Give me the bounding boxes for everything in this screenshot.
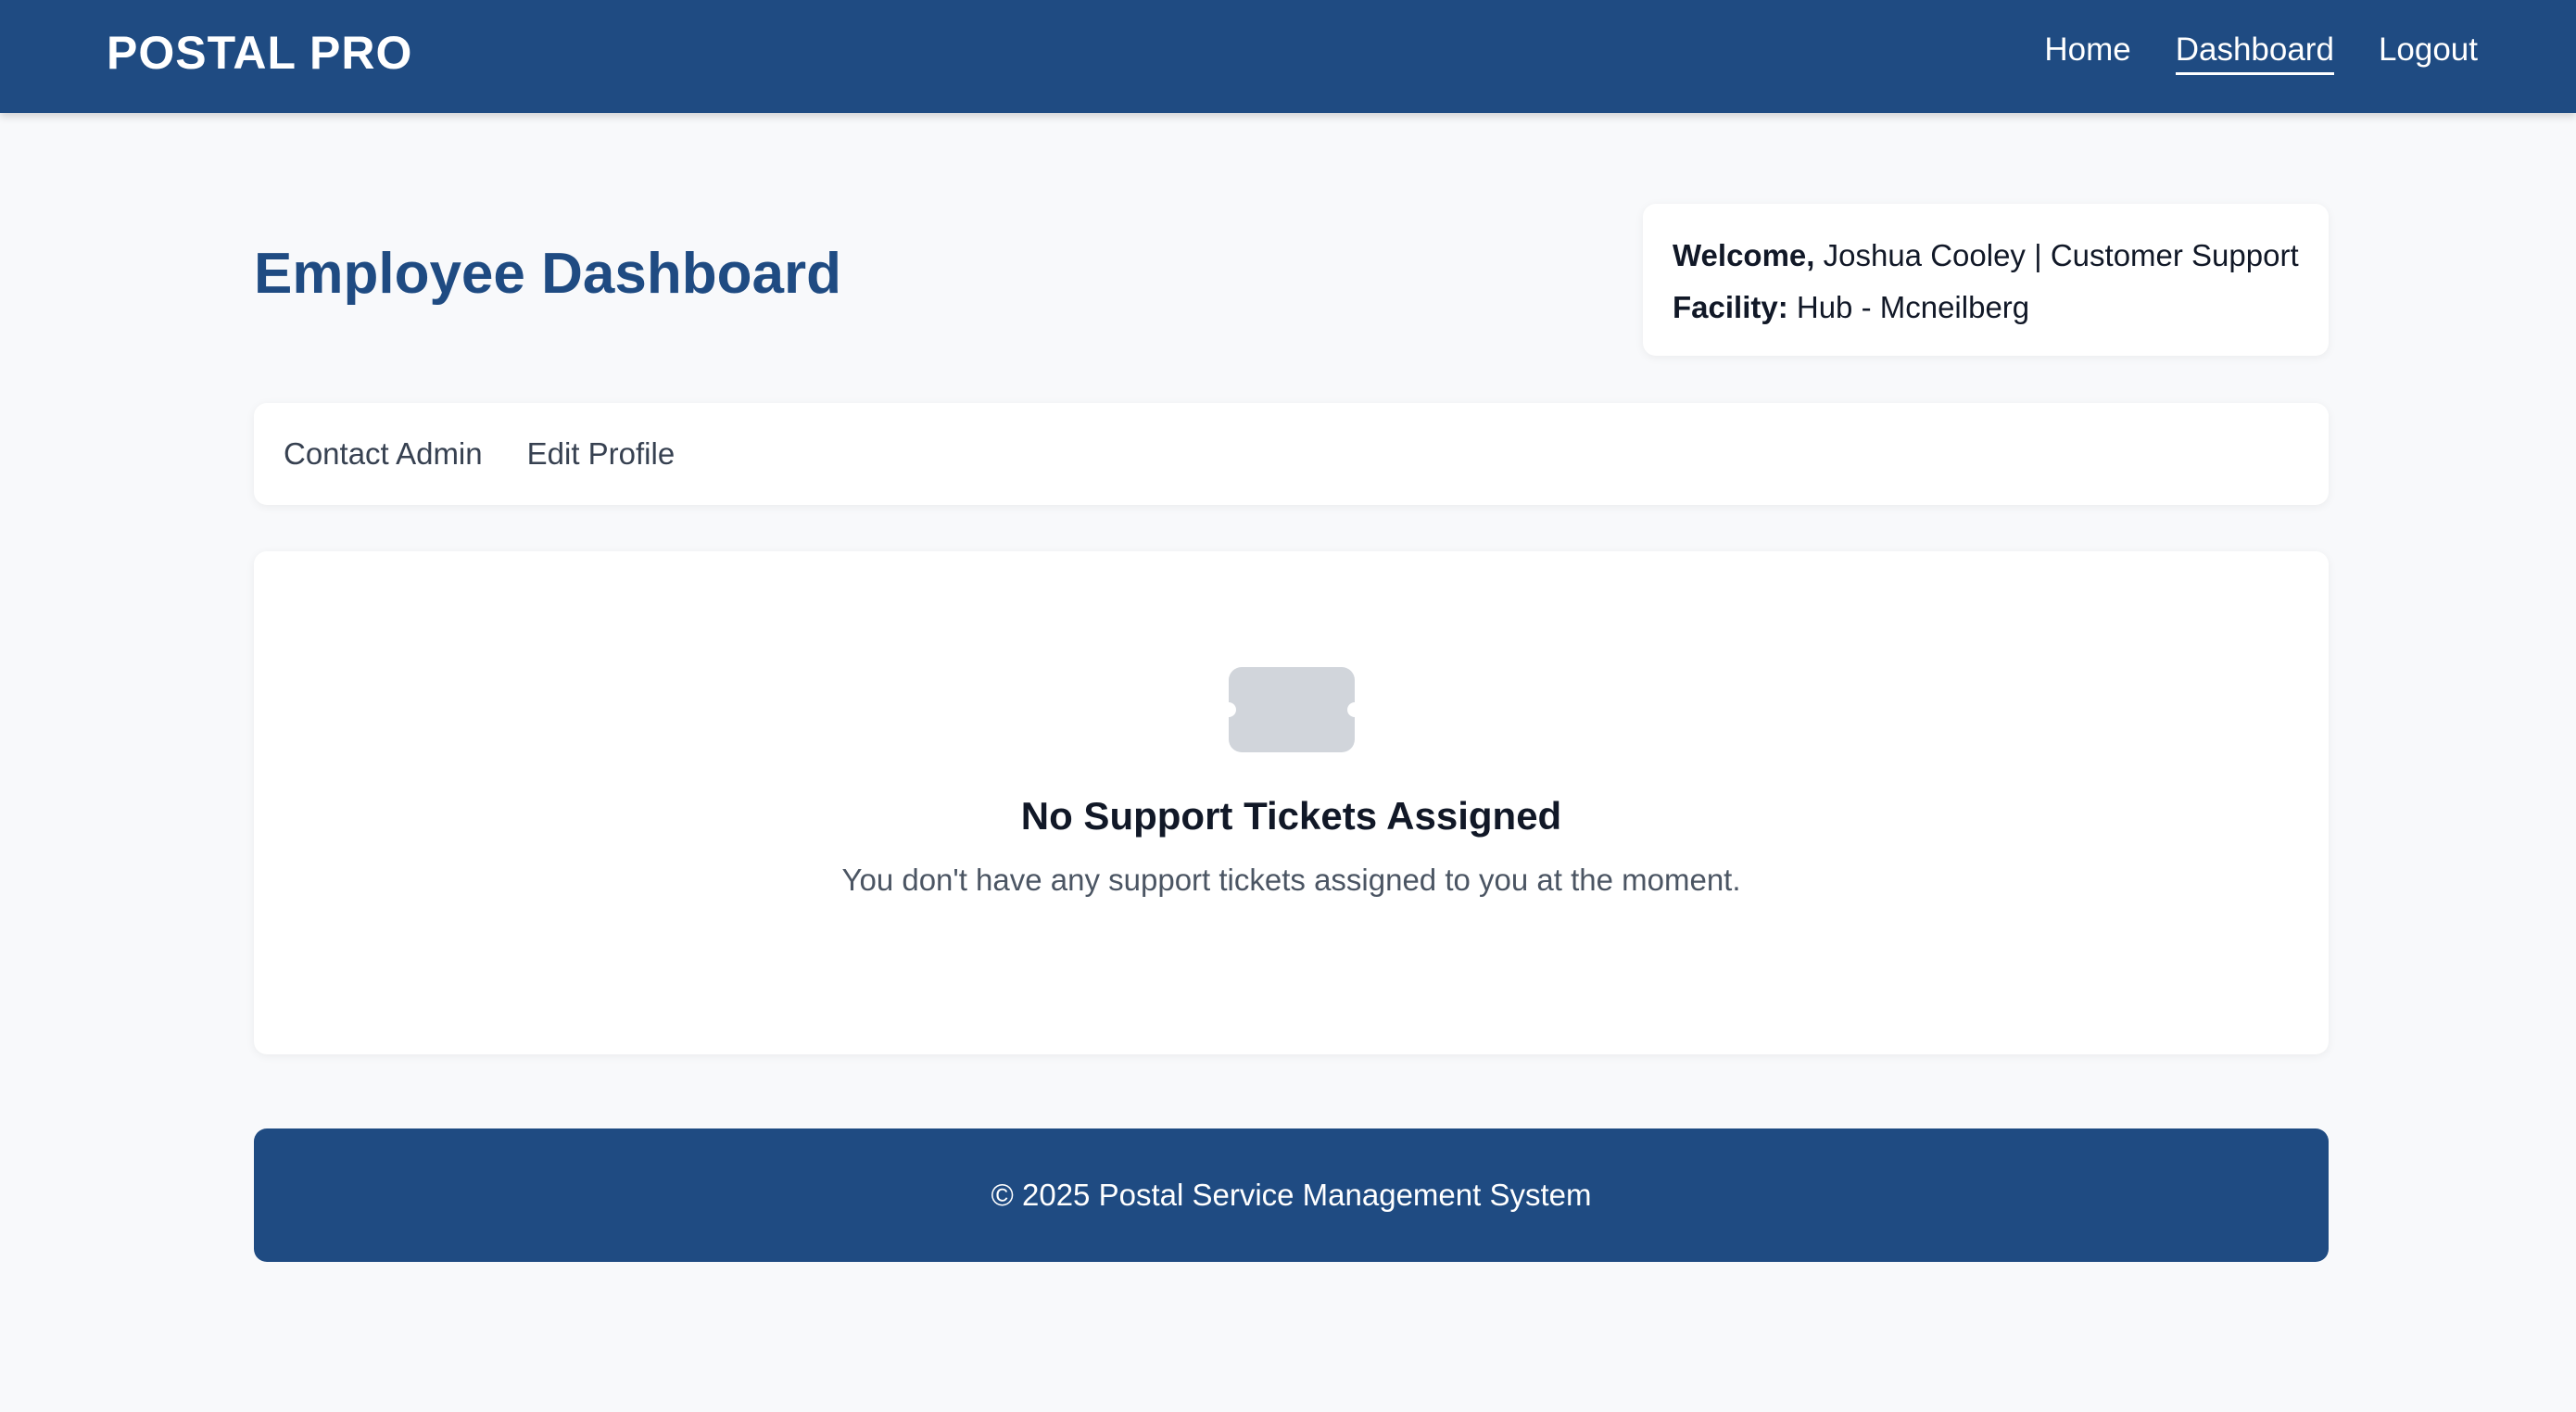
- top-navbar: POSTAL PRO Home Dashboard Logout: [0, 0, 2576, 113]
- nav-dashboard-link[interactable]: Dashboard: [2175, 32, 2334, 75]
- ticket-icon: [1229, 667, 1355, 752]
- empty-state-title: No Support Tickets Assigned: [1020, 794, 1562, 838]
- welcome-line: Welcome, Joshua Cooley | Customer Suppor…: [1673, 230, 2299, 282]
- contact-admin-link[interactable]: Contact Admin: [284, 436, 483, 472]
- nav-home-link[interactable]: Home: [2044, 32, 2130, 75]
- facility-line: Facility: Hub - Mcneilberg: [1673, 282, 2299, 334]
- footer: © 2025 Postal Service Management System: [254, 1128, 2329, 1262]
- edit-profile-link[interactable]: Edit Profile: [527, 436, 676, 472]
- empty-state-card: No Support Tickets Assigned You don't ha…: [254, 551, 2329, 1054]
- empty-state-message: You don't have any support tickets assig…: [841, 863, 1741, 897]
- brand-logo[interactable]: POSTAL PRO: [107, 26, 412, 80]
- action-bar: Contact Admin Edit Profile: [254, 403, 2329, 505]
- footer-copyright: © 2025 Postal Service Management System: [991, 1178, 1592, 1212]
- welcome-label: Welcome,: [1673, 238, 1815, 272]
- page-title: Employee Dashboard: [254, 242, 841, 306]
- nav-links: Home Dashboard Logout: [2044, 32, 2478, 75]
- welcome-card: Welcome, Joshua Cooley | Customer Suppor…: [1643, 204, 2329, 356]
- user-info: Joshua Cooley | Customer Support: [1823, 238, 2299, 272]
- facility-label: Facility:: [1673, 290, 1788, 324]
- nav-logout-link[interactable]: Logout: [2379, 32, 2478, 75]
- facility-value: Hub - Mcneilberg: [1796, 290, 2030, 324]
